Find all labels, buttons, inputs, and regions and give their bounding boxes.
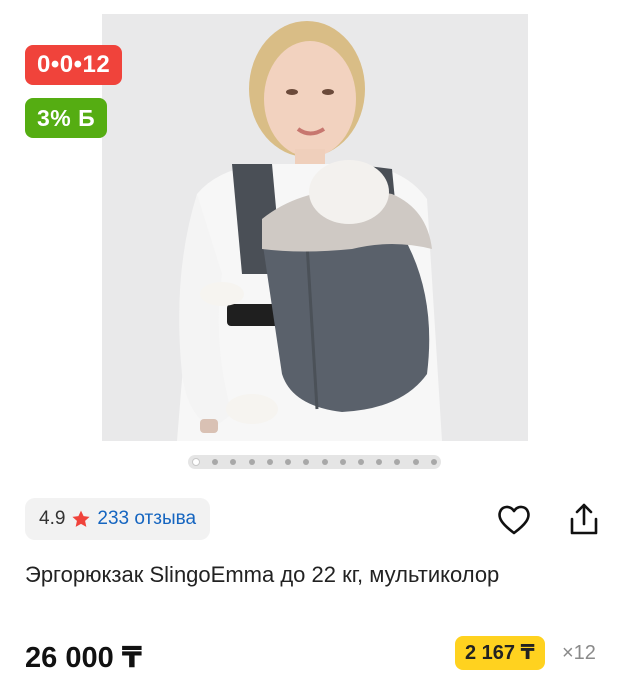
product-gallery[interactable]: 0•0•12 3% Б	[0, 0, 630, 478]
gallery-pagination[interactable]	[188, 455, 441, 469]
product-price: 26 000 ₸	[25, 642, 142, 674]
gallery-dot[interactable]	[285, 459, 292, 465]
gallery-dot[interactable]	[357, 459, 364, 465]
installment-months: ×12	[562, 642, 596, 664]
gallery-dot[interactable]	[412, 459, 419, 465]
gallery-dot[interactable]	[339, 459, 346, 465]
star-icon	[72, 510, 91, 527]
heart-icon	[498, 505, 530, 535]
product-photo[interactable]	[102, 14, 528, 441]
share-icon	[570, 503, 598, 535]
gallery-dot[interactable]	[321, 459, 328, 465]
reviews-link[interactable]: 233 отзыва	[97, 508, 196, 530]
gallery-dot[interactable]	[230, 459, 237, 465]
installment-badge[interactable]: 2 167 ₸	[455, 636, 545, 670]
gallery-dot[interactable]	[266, 459, 273, 465]
timer-badge: 0•0•12	[25, 45, 123, 85]
gallery-dot[interactable]	[248, 459, 255, 465]
gallery-dot[interactable]	[376, 459, 383, 465]
gallery-dot-active[interactable]	[192, 458, 200, 466]
rating-score: 4.9	[39, 508, 66, 529]
favorite-button[interactable]	[494, 500, 534, 540]
share-button[interactable]	[564, 500, 604, 540]
gallery-dot[interactable]	[212, 459, 219, 465]
gallery-dot[interactable]	[394, 459, 401, 465]
product-photo-illustration	[102, 14, 528, 441]
gallery-dot[interactable]	[430, 459, 437, 465]
cashback-badge: 3% Б	[25, 98, 108, 138]
gallery-dot[interactable]	[303, 459, 310, 465]
product-title: Эргорюкзак SlingoEmma до 22 кг, мультико…	[25, 562, 500, 587]
rating-summary[interactable]: 4.9 233 отзыва	[25, 498, 211, 540]
